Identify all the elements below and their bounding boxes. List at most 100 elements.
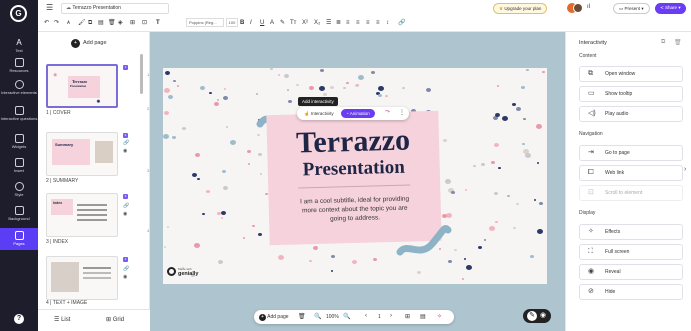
page-number[interactable]: 1	[378, 314, 381, 320]
collapse-panel-icon[interactable]: ›	[684, 166, 686, 173]
upgrade-plan-button[interactable]: ♛ Upgrade your plan	[493, 3, 548, 14]
rail-item-background[interactable]: Background	[0, 206, 38, 221]
option-label: Scroll to element	[605, 190, 643, 196]
rail-item-interactive-elements[interactable]: Interactive elements	[0, 80, 38, 95]
rail-item-pages[interactable]: Pages	[0, 228, 38, 250]
genially-logo[interactable]: G	[10, 5, 27, 22]
magic-icon[interactable]: ✧	[437, 313, 442, 320]
numbered-list-icon[interactable]: ≣	[336, 19, 341, 27]
add-page-button[interactable]: + Add page	[71, 38, 107, 48]
option-label: Hide	[605, 289, 616, 295]
align-left-icon[interactable]: ≡	[346, 19, 350, 27]
copy-icon[interactable]: ⧉	[88, 19, 92, 27]
menu-icon[interactable]: ☰	[46, 4, 53, 12]
rail-item-interactive-questions[interactable]: Interactive questions	[0, 106, 38, 121]
terrazzo-chip	[465, 189, 467, 191]
prev-page-icon[interactable]: ‹	[365, 313, 367, 319]
redo-icon[interactable]: ↷	[54, 19, 59, 27]
go-to-page-option[interactable]: ⇥ Go to page	[579, 145, 683, 161]
open-window-option[interactable]: ⧉ Open window	[579, 66, 683, 82]
terrazzo-chip	[243, 237, 245, 239]
text-style-icon[interactable]: T	[156, 19, 160, 27]
terrazzo-chip	[464, 258, 466, 260]
delete-icon[interactable]: 🗑	[674, 39, 682, 46]
eye-icon: ◉	[123, 274, 128, 280]
rail-item-widgets[interactable]: Widgets	[0, 134, 38, 149]
terrazzo-chip	[495, 113, 500, 117]
comment-icon[interactable]: ▤	[420, 313, 426, 320]
more-options-icon[interactable]: ⋮	[399, 109, 405, 116]
full-screen-option[interactable]: ⛶ Full screen	[579, 244, 683, 260]
play-audio-option[interactable]: ◁) Play audio	[579, 106, 683, 122]
zoom-out-icon[interactable]: 🔍	[314, 313, 321, 320]
hide-option[interactable]: ⊘ Hide	[579, 284, 683, 300]
doc-title-field[interactable]: ☁ Terrazzo Presentation	[61, 3, 169, 14]
underline-icon[interactable]: U	[260, 19, 264, 27]
copy-icon[interactable]: ⧉	[661, 39, 665, 46]
text-size-icon[interactable]: Tт	[290, 19, 296, 27]
terrazzo-chip	[172, 136, 176, 139]
scrollbar[interactable]	[140, 54, 143, 94]
terrazzo-chip	[278, 74, 280, 76]
subscript-icon[interactable]: X₂	[314, 19, 320, 27]
next-page-icon[interactable]: ›	[390, 313, 392, 319]
paste-icon[interactable]: ▤	[98, 19, 104, 27]
stats-icon[interactable]: ıl	[587, 4, 590, 10]
page-thumbnail-text-image[interactable]	[46, 256, 118, 300]
grid-view-icon[interactable]: ⊞	[405, 313, 410, 320]
format-paint-icon[interactable]: 🖌	[78, 19, 86, 27]
terrazzo-chip	[192, 173, 197, 177]
page-thumbnail-summary[interactable]: Summary	[46, 132, 118, 176]
grid-view-button[interactable]: ⊞ Grid	[106, 316, 124, 324]
terrazzo-chip	[473, 165, 476, 167]
present-button[interactable]: ▭ Present ▾	[613, 3, 650, 14]
font-size-select[interactable]: 100	[226, 18, 238, 27]
reveal-icon: ◉	[588, 268, 595, 275]
web-link-option[interactable]: ⧠ Web link	[579, 165, 683, 181]
justify-icon[interactable]: ≡	[376, 19, 380, 27]
grid-icon[interactable]: ⊞	[130, 19, 135, 27]
terrazzo-chip	[417, 271, 421, 274]
undo-icon[interactable]: ↶	[44, 19, 49, 27]
link-icon[interactable]: ⤳	[385, 109, 390, 116]
trash-icon[interactable]: 🗑	[298, 313, 306, 320]
decorative-swoosh	[396, 225, 452, 256]
show-tooltip-option[interactable]: ▭ Show tooltip	[579, 86, 683, 102]
rail-item-text[interactable]: A Text	[0, 38, 38, 53]
line-spacing-icon[interactable]: ↕	[386, 19, 389, 27]
page-thumbnail-cover[interactable]: Terrazzo Presentation	[46, 64, 118, 108]
layers-icon[interactable]: ◈	[118, 19, 123, 27]
font-size-small-icon[interactable]: ᴀ	[67, 19, 70, 27]
animation-button[interactable]: ◔ Animation	[341, 109, 375, 118]
bottom-add-page-button[interactable]: + Add page	[259, 312, 289, 322]
link-icon[interactable]: 🔗	[398, 19, 405, 27]
align-right-icon[interactable]: ≡	[366, 19, 370, 27]
effects-option[interactable]: ✧ Effects	[579, 224, 683, 240]
rail-item-style[interactable]: Style	[0, 182, 38, 197]
zoom-in-icon[interactable]: 🔍	[343, 313, 350, 320]
interactivity-label: Interactivity	[310, 111, 334, 116]
text-color-icon[interactable]: A	[270, 19, 274, 27]
share-button[interactable]: ≺ Share ▾	[655, 3, 686, 14]
delete-icon[interactable]: 🗑	[108, 19, 116, 27]
rail-item-insert[interactable]: Insert	[0, 158, 38, 173]
position-icon[interactable]: ⊡	[142, 19, 147, 27]
font-family-select[interactable]: Poppins (Reg...	[186, 18, 224, 27]
open-window-icon: ⧉	[588, 70, 593, 77]
avatar[interactable]	[573, 3, 583, 13]
reveal-option[interactable]: ◉ Reveal	[579, 264, 683, 280]
scroll-to-element-option[interactable]: ⊡ Scroll to element	[579, 185, 683, 201]
list-icon[interactable]: ☰	[326, 19, 331, 27]
zoom-level[interactable]: 100%	[326, 314, 339, 320]
superscript-icon[interactable]: X²	[302, 19, 308, 27]
rail-item-resources[interactable]: Resources	[0, 58, 38, 73]
interactivity-button[interactable]: ☝ Interactivity	[299, 109, 339, 118]
highlight-icon[interactable]: ✎	[280, 19, 285, 27]
page-thumbnail-index[interactable]: Index	[46, 193, 118, 237]
list-view-button[interactable]: ☰ List	[54, 316, 70, 324]
align-center-icon[interactable]: ≡	[356, 19, 360, 27]
help-button[interactable]: ?	[14, 314, 24, 324]
bold-icon[interactable]: B	[240, 19, 244, 27]
terrazzo-chip	[167, 226, 169, 228]
italic-icon[interactable]: I	[250, 19, 252, 27]
